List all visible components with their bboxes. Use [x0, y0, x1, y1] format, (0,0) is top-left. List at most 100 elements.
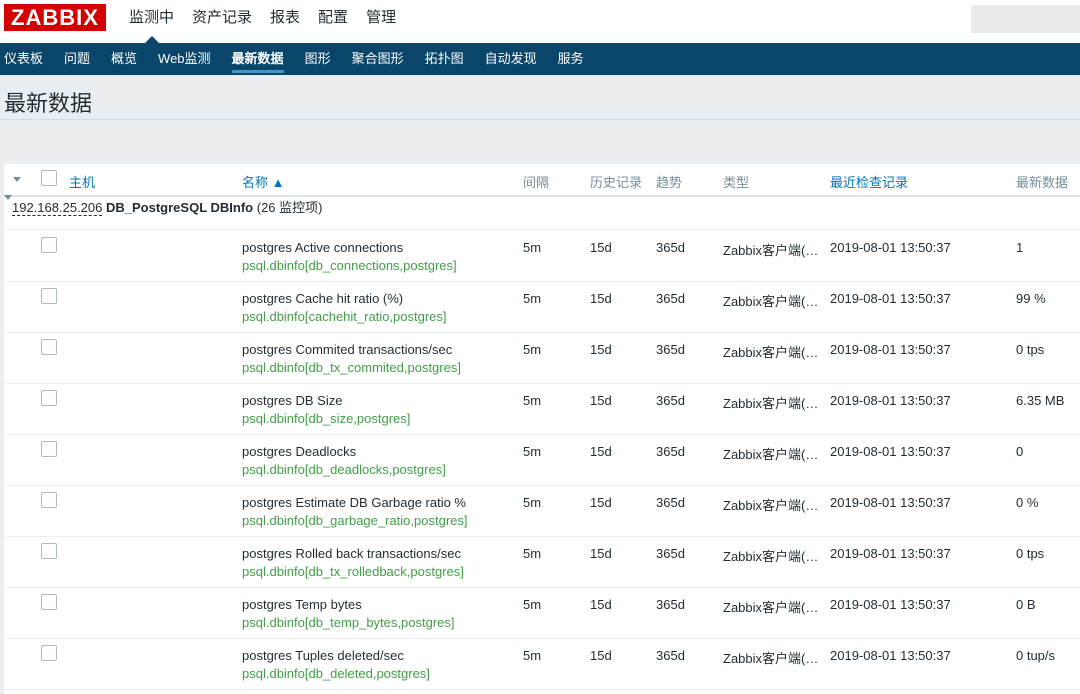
- item-history: 15d: [590, 495, 612, 510]
- item-interval: 5m: [523, 291, 542, 306]
- sub-menu-maps[interactable]: 拓扑图: [421, 43, 474, 75]
- sub-menu-overview[interactable]: 概览: [107, 43, 147, 75]
- item-name: postgres Commited transactions/sec: [242, 342, 453, 357]
- sub-menu: 仪表板 问题 概览 Web监测 最新数据 图形 聚合图形 拓扑图 自动发现 服务: [0, 43, 1080, 75]
- item-last-check: 2019-08-01 13:50:37: [830, 597, 951, 612]
- table-header: 主机 名称 ▲ 间隔 历史记录 趋势 类型 最近检查记录 最新数据: [4, 164, 1080, 197]
- row-checkbox[interactable]: [41, 492, 57, 508]
- item-name: postgres Active connections: [242, 240, 404, 255]
- host-link[interactable]: 192.168.25.206: [12, 200, 103, 216]
- item-last-value: 6.35 MB: [1016, 393, 1065, 408]
- header-name[interactable]: 名称 ▲: [242, 172, 284, 191]
- header-last-value: 最新数据: [1016, 175, 1069, 190]
- top-bar: ZABBIX 监测中 资产记录 报表 配置 管理: [0, 0, 1080, 43]
- application-group-row: 192.168.25.206 DB_PostgreSQL DBInfo (26 …: [4, 195, 1080, 230]
- item-type: Zabbix客户端(…: [723, 549, 819, 564]
- item-last-value: 1: [1016, 240, 1024, 255]
- item-interval: 5m: [523, 546, 542, 561]
- item-last-value: 0: [1016, 444, 1024, 459]
- item-trends: 365d: [656, 342, 685, 357]
- row-checkbox[interactable]: [41, 237, 57, 253]
- item-type: Zabbix客户端(…: [723, 651, 819, 666]
- row-checkbox[interactable]: [41, 594, 57, 610]
- item-history: 15d: [590, 393, 612, 408]
- item-interval: 5m: [523, 393, 542, 408]
- select-all-checkbox[interactable]: [41, 170, 57, 186]
- item-last-check: 2019-08-01 13:50:37: [830, 393, 951, 408]
- item-key: psql.dbinfo[db_deleted,postgres]: [242, 666, 430, 681]
- item-key: psql.dbinfo[db_tx_commited,postgres]: [242, 360, 461, 375]
- item-key: psql.dbinfo[db_connections,postgres]: [242, 258, 457, 273]
- item-trends: 365d: [656, 393, 685, 408]
- item-last-value: 0 tps: [1016, 546, 1045, 561]
- item-trends: 365d: [656, 495, 685, 510]
- table-row: postgres Tuples deleted/sec psql.dbinfo[…: [4, 638, 1080, 690]
- sub-menu-discovery[interactable]: 自动发现: [481, 43, 547, 75]
- item-interval: 5m: [523, 240, 542, 255]
- item-trends: 365d: [656, 648, 685, 663]
- item-name: postgres Estimate DB Garbage ratio %: [242, 495, 466, 510]
- item-trends: 365d: [656, 444, 685, 459]
- table-row: postgres Commited transactions/sec psql.…: [4, 332, 1080, 384]
- collapse-all-icon[interactable]: [13, 177, 21, 182]
- sub-menu-web[interactable]: Web监测: [154, 43, 221, 75]
- latest-data-table: 主机 名称 ▲ 间隔 历史记录 趋势 类型 最近检查记录 最新数据 192.16…: [4, 164, 1080, 694]
- header-trends: 趋势: [656, 175, 683, 190]
- row-checkbox[interactable]: [41, 543, 57, 559]
- zabbix-logo[interactable]: ZABBIX: [4, 4, 106, 31]
- item-trends: 365d: [656, 291, 685, 306]
- item-trends: 365d: [656, 546, 685, 561]
- item-interval: 5m: [523, 342, 542, 357]
- sub-menu-dashboard[interactable]: 仪表板: [0, 43, 53, 75]
- main-menu-inventory[interactable]: 资产记录: [183, 0, 261, 43]
- item-name: postgres Cache hit ratio (%): [242, 291, 404, 306]
- table-row: postgres Temp bytes psql.dbinfo[db_temp_…: [4, 587, 1080, 639]
- table-row: postgres Cache hit ratio (%) psql.dbinfo…: [4, 281, 1080, 333]
- header-interval: 间隔: [523, 175, 550, 190]
- table-row: postgres Rolled back transactions/sec ps…: [4, 536, 1080, 588]
- row-checkbox[interactable]: [41, 288, 57, 304]
- item-interval: 5m: [523, 597, 542, 612]
- item-name: postgres Deadlocks: [242, 444, 357, 459]
- main-menu-monitoring[interactable]: 监测中: [120, 0, 183, 43]
- row-checkbox[interactable]: [41, 390, 57, 406]
- sub-menu-services[interactable]: 服务: [554, 43, 594, 75]
- row-checkbox[interactable]: [41, 441, 57, 457]
- main-menu-administration[interactable]: 管理: [357, 0, 405, 43]
- header-host[interactable]: 主机: [69, 172, 95, 191]
- sub-menu-problems[interactable]: 问题: [60, 43, 100, 75]
- item-last-check: 2019-08-01 13:50:37: [830, 495, 951, 510]
- header-history: 历史记录: [590, 175, 643, 190]
- table-row: postgres Estimate DB Garbage ratio % psq…: [4, 485, 1080, 537]
- row-checkbox[interactable]: [41, 339, 57, 355]
- main-menu-reports[interactable]: 报表: [261, 0, 309, 43]
- sub-menu-graphs[interactable]: 图形: [301, 43, 341, 75]
- sub-menu-latest-data[interactable]: 最新数据: [228, 43, 294, 75]
- item-type: Zabbix客户端(…: [723, 396, 819, 411]
- item-last-value: 0 tps: [1016, 342, 1045, 357]
- header-last-check[interactable]: 最近检查记录: [830, 172, 908, 191]
- item-history: 15d: [590, 597, 612, 612]
- item-key: psql.dbinfo[cachehit_ratio,postgres]: [242, 309, 447, 324]
- application-label: DB_PostgreSQL DBInfo: [106, 200, 254, 215]
- item-key: psql.dbinfo[db_size,postgres]: [242, 411, 411, 426]
- item-trends: 365d: [656, 240, 685, 255]
- item-key: psql.dbinfo[db_deadlocks,postgres]: [242, 462, 446, 477]
- item-type: Zabbix客户端(…: [723, 498, 819, 513]
- sub-menu-screens[interactable]: 聚合图形: [348, 43, 414, 75]
- item-history: 15d: [590, 546, 612, 561]
- row-checkbox[interactable]: [41, 645, 57, 661]
- main-menu-configuration[interactable]: 配置: [309, 0, 357, 43]
- item-type: Zabbix客户端(…: [723, 294, 819, 309]
- item-interval: 5m: [523, 648, 542, 663]
- item-type: Zabbix客户端(…: [723, 345, 819, 360]
- item-name: postgres Rolled back transactions/sec: [242, 546, 461, 561]
- title-divider: [0, 119, 1080, 120]
- item-name: postgres Tuples deleted/sec: [242, 648, 404, 663]
- item-key: psql.dbinfo[db_tx_rolledback,postgres]: [242, 564, 464, 579]
- collapse-group-icon[interactable]: [4, 195, 12, 215]
- main-menu: 监测中 资产记录 报表 配置 管理: [120, 0, 405, 43]
- header-type: 类型: [723, 175, 750, 190]
- item-last-check: 2019-08-01 13:50:37: [830, 546, 951, 561]
- search-input[interactable]: [971, 5, 1080, 33]
